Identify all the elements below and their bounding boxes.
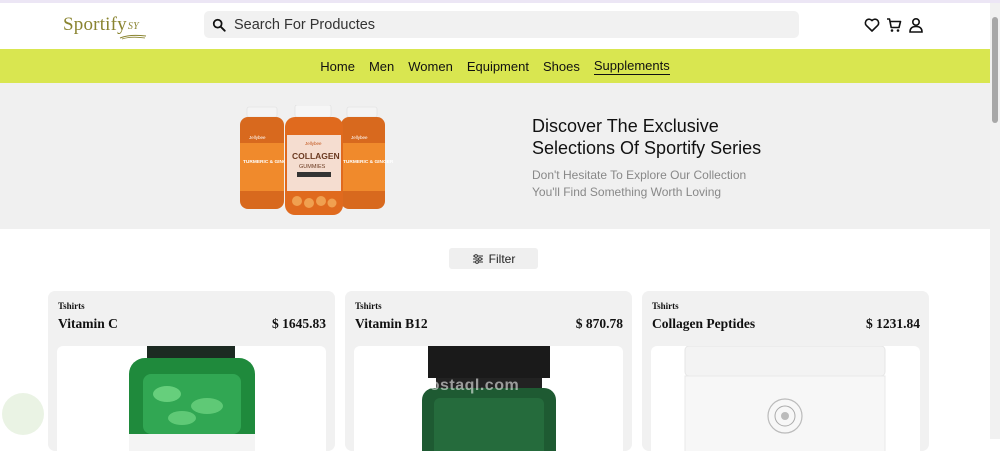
- hero-title-line-2: Selections Of Sportify Series: [532, 138, 762, 158]
- search-icon: [212, 18, 226, 32]
- product-name: Vitamin C: [58, 316, 118, 331]
- search-input[interactable]: [234, 16, 799, 33]
- logo-text: Sportify: [63, 14, 127, 35]
- watermark-badge-icon: [2, 393, 44, 435]
- product-image: [651, 346, 920, 451]
- heart-icon[interactable]: [864, 17, 880, 33]
- product-price: $ 1231.84: [866, 316, 920, 331]
- hero-subtitle-line-2: You'll Find Something Worth Loving: [532, 185, 722, 199]
- filter-label: Filter: [488, 251, 516, 266]
- product-image: [57, 346, 326, 451]
- nav-home[interactable]: Home: [320, 59, 355, 74]
- nav-men[interactable]: Men: [369, 59, 394, 74]
- sliders-icon: [472, 253, 483, 264]
- bottle-label-right: TURMERIC & GINGER: [343, 159, 394, 165]
- nav-shoes[interactable]: Shoes: [543, 59, 580, 74]
- hero-banner: Jellybee TURMERIC & GINGER Jellybee TURM…: [0, 83, 990, 229]
- product-category: Tshirts: [58, 301, 85, 311]
- logo-swoosh-icon: [119, 34, 147, 40]
- product-price: $ 870.78: [575, 316, 623, 331]
- search-bar[interactable]: [204, 11, 799, 38]
- nav-equipment[interactable]: Equipment: [467, 59, 529, 74]
- product-category: Tshirts: [652, 301, 679, 311]
- hero-subtitle: Don't Hesitate To Explore Our Collection…: [532, 167, 792, 201]
- hero-subtitle-line-1: Don't Hesitate To Explore Our Collection: [532, 168, 747, 182]
- header-actions: [864, 17, 924, 33]
- bottle-brand-left: Jellybee: [249, 135, 266, 140]
- product-card[interactable]: Tshirts Vitamin B12 $ 870.78: [345, 291, 632, 451]
- main-nav: Home Men Women Equipment Shoes Supplemen…: [0, 49, 990, 83]
- bottle-label-center: COLLAGEN: [292, 151, 340, 161]
- page-scrollbar[interactable]: [990, 3, 1000, 439]
- scrollbar-thumb[interactable]: [992, 17, 998, 123]
- user-icon[interactable]: [908, 17, 924, 33]
- nav-women[interactable]: Women: [408, 59, 453, 74]
- bottle-brand-right: Jellybee: [351, 135, 368, 140]
- product-name: Vitamin B12: [355, 316, 428, 331]
- watermark-text: mostaql.com: [415, 377, 520, 394]
- product-card[interactable]: Tshirts Vitamin C $ 1645.83: [48, 291, 335, 451]
- product-category: Tshirts: [355, 301, 382, 311]
- hero-title: Discover The Exclusive Selections Of Spo…: [532, 115, 832, 159]
- bottle-sub-center: GUMMIES: [299, 164, 326, 170]
- logo-suffix: SY: [127, 21, 139, 32]
- hero-title-line-1: Discover The Exclusive: [532, 116, 719, 136]
- brand-logo[interactable]: SportifySY: [63, 14, 147, 40]
- nav-supplements[interactable]: Supplements: [593, 58, 670, 75]
- bottle-brand-center: Jellybee: [305, 141, 322, 146]
- site-header: SportifySY: [0, 3, 990, 49]
- product-price: $ 1645.83: [272, 316, 326, 331]
- cart-icon[interactable]: [886, 17, 902, 33]
- hero-product-image: Jellybee TURMERIC & GINGER Jellybee TURM…: [240, 105, 394, 215]
- product-image: [354, 346, 623, 451]
- product-card[interactable]: Tshirts Collagen Peptides $ 1231.84: [642, 291, 929, 451]
- filter-button[interactable]: Filter: [449, 248, 538, 269]
- product-name: Collagen Peptides: [652, 316, 756, 331]
